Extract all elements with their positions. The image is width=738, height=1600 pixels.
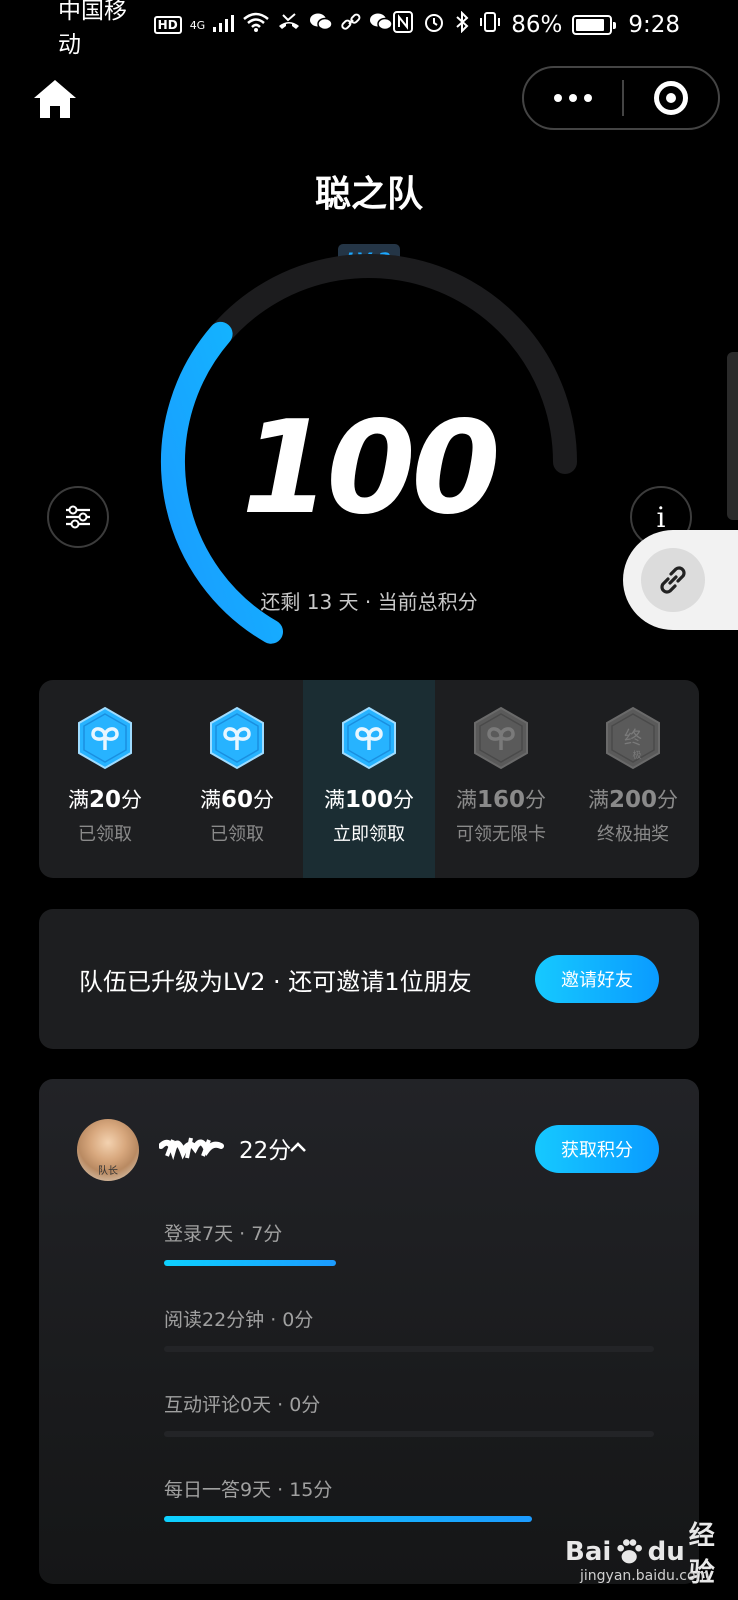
task-item: 阅读22分钟 · 0分 [164,1305,654,1352]
task-label: 阅读22分钟 · 0分 [164,1309,314,1331]
reward-threshold: 满160分 [455,787,546,813]
task-progress-track [164,1431,654,1437]
reward-tier[interactable]: 满60分已领取 [171,680,303,878]
captain-tag: 队长 [98,1166,118,1177]
task-item: 登录7天 · 7分 [164,1219,654,1266]
redacted-name [159,1137,224,1161]
task-progress-track [164,1346,654,1352]
reward-threshold: 满60分 [199,787,274,813]
floating-link-button[interactable] [623,530,738,630]
invite-friends-button[interactable]: 邀请好友 [535,955,659,1003]
svg-text:终: 终 [624,728,642,749]
reward-threshold: 满20分 [67,787,142,813]
reward-threshold: 满100分 [323,787,414,813]
reward-tier[interactable]: 满100分立即领取 [303,680,435,878]
task-item: 互动评论0天 · 0分 [164,1390,654,1437]
member-name-row: 22分 [159,1131,291,1165]
task-label: 每日一答9天 · 15分 [164,1479,333,1501]
task-label: 互动评论0天 · 0分 [164,1394,321,1416]
final-hex-icon: 终极 [606,706,660,770]
infinity-hex-icon [342,706,396,770]
watermark-brand: Bai [565,1537,612,1567]
member-points: 22分 [239,1138,292,1164]
reward-status: 已领取 [210,824,264,845]
svg-text:极: 极 [632,749,641,761]
invite-message: 队伍已升级为LV2 · 还可邀请1位朋友 [79,967,472,996]
watermark-brand-2: du [647,1537,685,1567]
invite-card: 队伍已升级为LV2 · 还可邀请1位朋友 邀请好友 [39,909,699,1049]
link-icon [660,566,686,594]
avatar[interactable]: 队长 [77,1119,139,1181]
reward-status: 已领取 [78,824,132,845]
reward-status: 立即领取 [333,824,405,845]
filter-button[interactable] [47,486,109,548]
task-label: 登录7天 · 7分 [164,1223,283,1245]
total-score: 100 [241,394,500,543]
reward-status: 终极抽奖 [597,824,669,845]
chevron-up-icon[interactable] [289,1141,307,1153]
reward-threshold: 满200分 [587,787,678,813]
reward-tier[interactable]: 满20分已领取 [39,680,171,878]
watermark-url: jingyan.baidu.com [580,1568,710,1584]
reward-status: 可领无限卡 [456,824,546,845]
sliders-icon [66,505,90,529]
task-progress-bar [164,1260,336,1266]
paw-icon [617,1539,643,1564]
infinity-hex-icon [210,706,264,770]
info-icon: i [656,500,666,534]
side-handle[interactable] [727,352,738,520]
reward-tier[interactable]: 满160分可领无限卡 [435,680,567,878]
reward-tiers: 满20分 已领取 满60分 已领取 满100分 立即领取 满160分 可领无限卡终极满200分… [39,680,699,878]
infinity-hex-icon [78,706,132,770]
task-progress-bar [164,1516,532,1522]
earn-points-button[interactable]: 获取积分 [535,1125,659,1173]
reward-tier[interactable]: 终极满200分终极抽奖 [567,680,699,878]
member-card: 队长 22分 获取积分 登录7天 · 7分阅读22分钟 · 0分 互动评论0天 ·… [39,1079,699,1584]
infinity-hex-icon [474,706,528,770]
